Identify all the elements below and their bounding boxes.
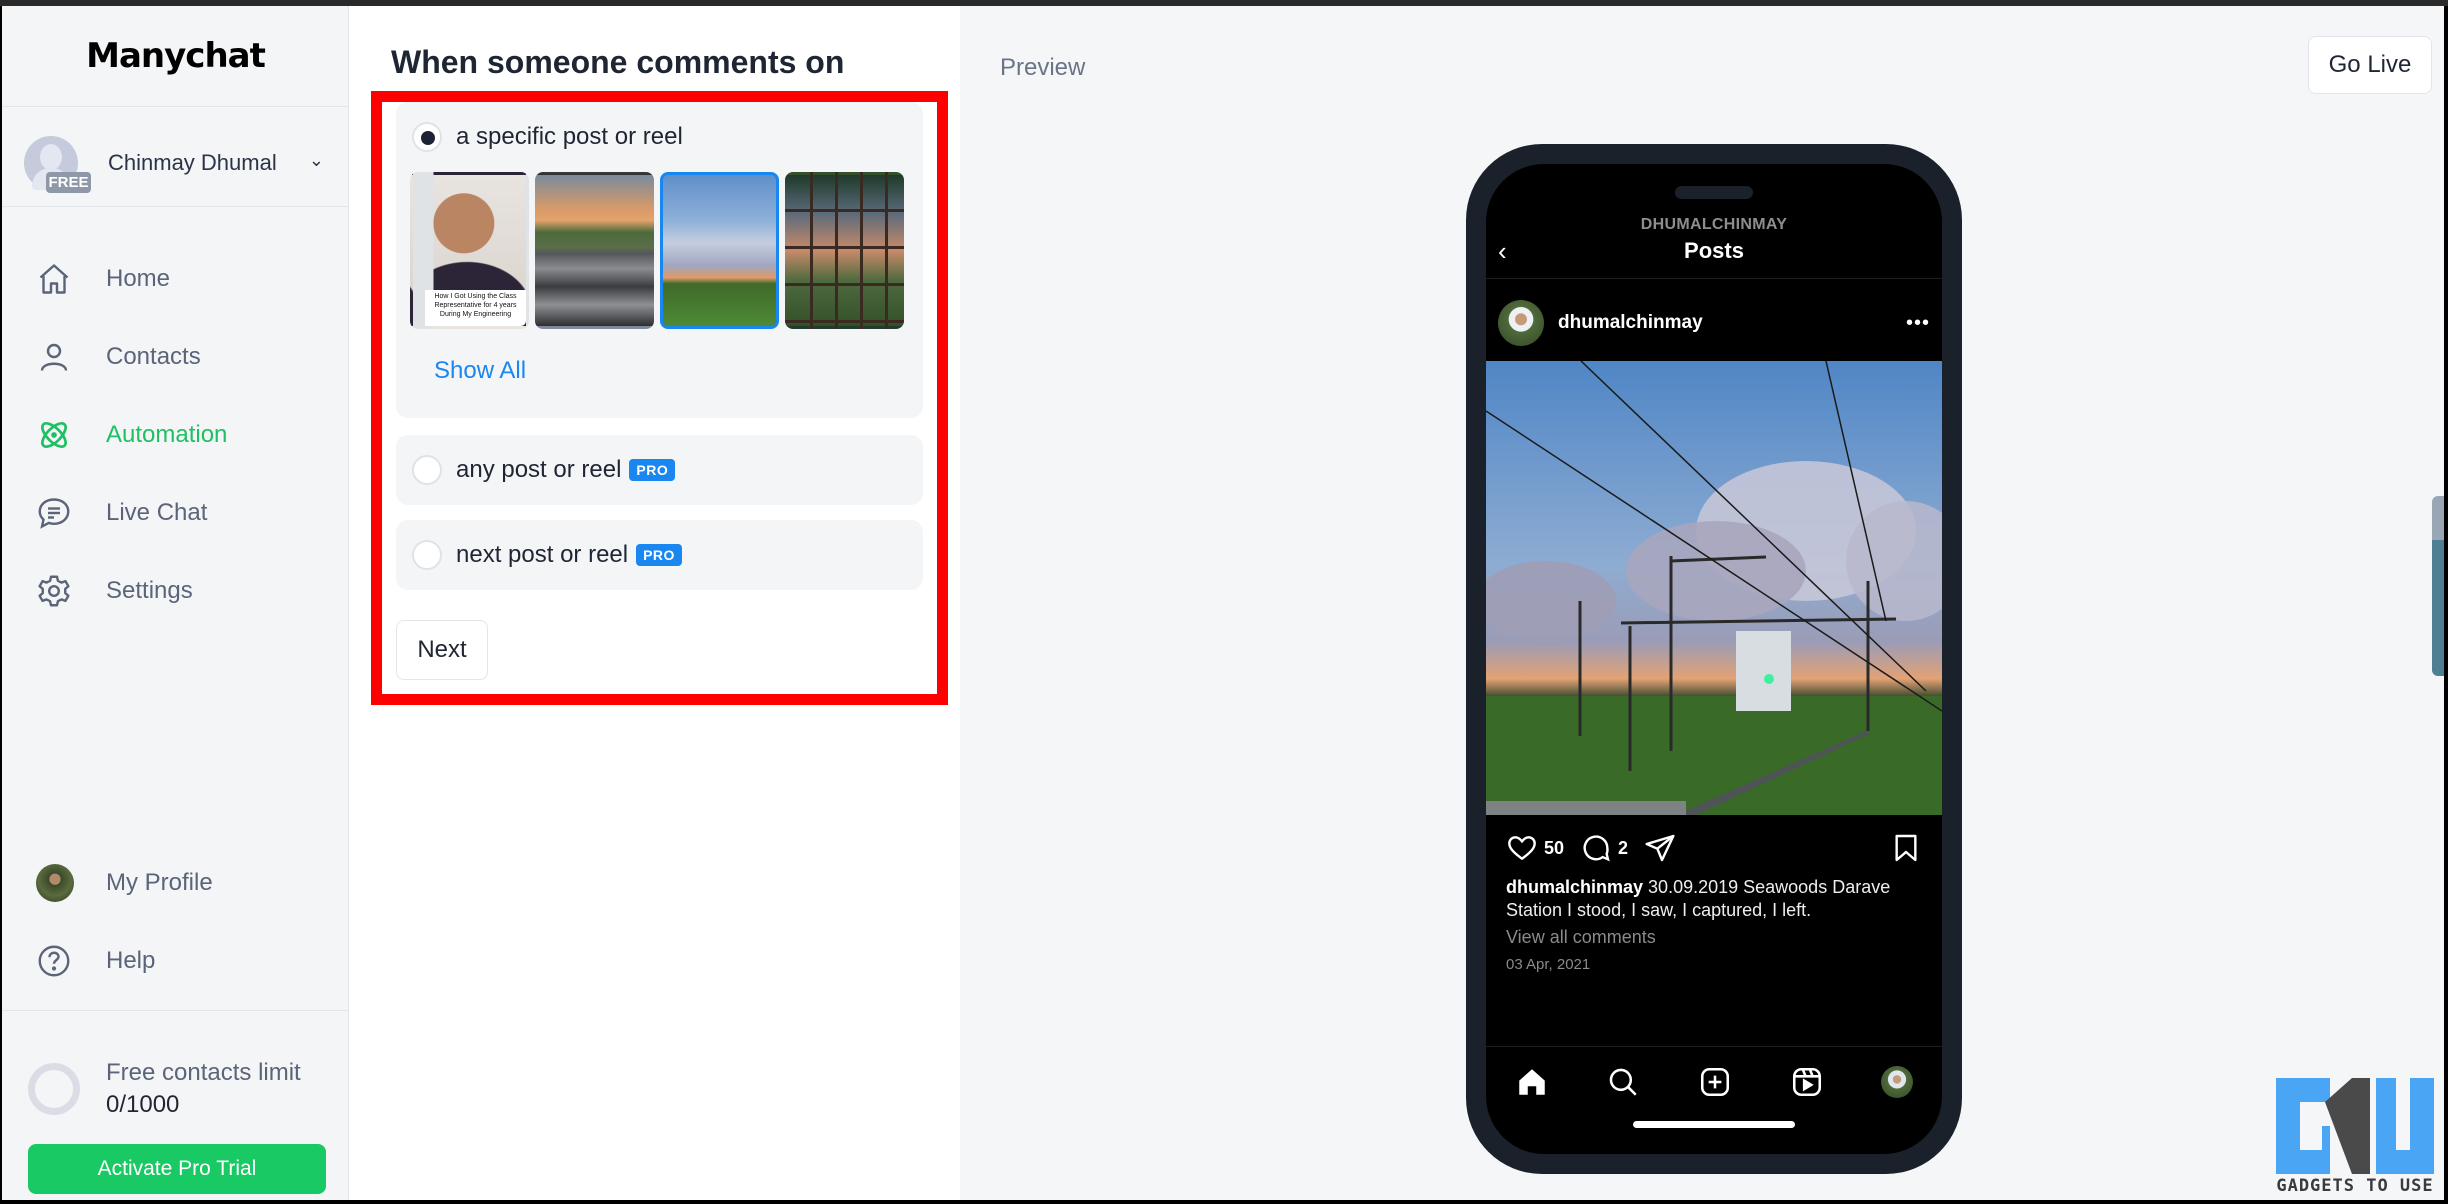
view-all-comments-link[interactable]: View all comments <box>1506 927 1656 948</box>
post-thumbnails: How I Got Using the Class Representative… <box>396 172 923 329</box>
ig-caption: dhumalchinmay 30.09.2019 Seawoods Darave… <box>1506 876 1912 922</box>
sidebar-divider <box>2 206 349 207</box>
scrollbar-track <box>2432 496 2444 540</box>
avatar-head-shape <box>40 144 62 170</box>
ig-bottom-tabbar <box>1486 1046 1942 1116</box>
share-send-icon[interactable] <box>1644 832 1676 864</box>
next-button[interactable]: Next <box>396 620 488 680</box>
sidebar-item-label: Home <box>106 265 171 292</box>
heart-icon[interactable] <box>1506 832 1538 864</box>
chevron-down-icon[interactable]: ⌄ <box>309 150 324 171</box>
sidebar-item-automation[interactable]: Automation <box>36 412 326 458</box>
account-avatar: FREE <box>24 136 91 193</box>
ig-header-handle: DHUMALCHINMAY <box>1640 216 1788 233</box>
ig-post-actions: 50 2 <box>1506 830 1922 866</box>
watermark-text: GADGETS TO USE <box>2276 1176 2434 1196</box>
preview-scrollbar[interactable] <box>2432 496 2444 676</box>
thumbnail-window-sunset-post[interactable] <box>785 172 904 329</box>
sidebar-item-label: Live Chat <box>106 499 208 526</box>
plan-badge: FREE <box>46 172 91 193</box>
bookmark-icon[interactable] <box>1890 832 1922 864</box>
sidebar-item-settings[interactable]: Settings <box>36 568 326 614</box>
thumbnail-selfie-post[interactable]: How I Got Using the Class Representative… <box>410 172 529 329</box>
ig-post-date: 03 Apr, 2021 <box>1506 956 1591 973</box>
sidebar-item-live-chat[interactable]: Live Chat <box>36 490 326 536</box>
ig-header-divider <box>1486 278 1942 279</box>
home-filled-icon[interactable] <box>1515 1065 1549 1099</box>
sidebar: Manychat FREE Chinmay Dhumal ⌄ Home Cont… <box>2 6 349 1200</box>
sidebar-item-my-profile[interactable]: My Profile <box>36 860 326 906</box>
home-indicator <box>1633 1121 1795 1128</box>
phone-mockup: ‹ DHUMALCHINMAY Posts dhumalchinmay ••• <box>1466 144 1962 1174</box>
contacts-usage-ring <box>28 1063 80 1115</box>
thumbnail-caption: How I Got Using the Class Representative… <box>425 290 526 326</box>
page-title: When someone comments on <box>391 44 845 80</box>
home-icon <box>39 264 69 294</box>
sidebar-item-contacts[interactable]: Contacts <box>36 334 326 380</box>
trigger-editor-panel: When someone comments on a specific post… <box>349 6 960 1200</box>
more-options-icon[interactable]: ••• <box>1906 312 1930 335</box>
phone-screen: ‹ DHUMALCHINMAY Posts dhumalchinmay ••• <box>1486 164 1942 1154</box>
radio-specific-post[interactable] <box>412 122 442 152</box>
app-window: Manychat FREE Chinmay Dhumal ⌄ Home Cont… <box>2 6 2444 1200</box>
activate-pro-trial-button[interactable]: Activate Pro Trial <box>28 1144 326 1194</box>
radio-next-post[interactable] <box>412 540 442 570</box>
gadgets-to-use-watermark: GADGETS TO USE <box>2270 1074 2440 1196</box>
sidebar-item-label: Contacts <box>106 343 201 370</box>
sidebar-item-label: Automation <box>106 421 228 448</box>
option-specific-post[interactable]: a specific post or reel How I Got Using … <box>396 102 923 418</box>
thumbnail-seawoods-station-post[interactable] <box>660 172 779 329</box>
sidebar-divider <box>2 106 349 107</box>
ig-profile-tab-avatar[interactable] <box>1881 1065 1914 1098</box>
reels-icon[interactable] <box>1790 1065 1824 1099</box>
account-switcher[interactable]: FREE Chinmay Dhumal ⌄ <box>24 130 334 196</box>
sidebar-item-help[interactable]: Help <box>36 938 326 984</box>
preview-label: Preview <box>1000 54 1086 81</box>
contacts-limit-label: Free contacts limit <box>106 1059 301 1086</box>
account-name: Chinmay Dhumal <box>108 150 277 175</box>
option-next-post[interactable]: next post or reel PRO <box>396 520 923 590</box>
create-plus-icon[interactable] <box>1698 1065 1732 1099</box>
sidebar-item-label: My Profile <box>106 869 213 896</box>
preview-panel: Preview Go Live ‹ DHUMALCHINMAY Posts dh… <box>960 6 2444 1200</box>
gadgets-to-use-logo-icon <box>2276 1078 2434 1174</box>
sidebar-divider <box>2 1010 349 1011</box>
go-live-button[interactable]: Go Live <box>2308 36 2432 94</box>
show-all-link[interactable]: Show All <box>434 357 526 385</box>
chat-bubble-icon <box>38 498 70 529</box>
profile-avatar <box>36 864 74 902</box>
user-icon <box>40 343 68 371</box>
sidebar-item-label: Help <box>106 947 156 974</box>
pro-badge: PRO <box>629 459 676 481</box>
option-label: a specific post or reel <box>456 123 683 150</box>
automation-atom-icon <box>41 422 67 448</box>
option-label: any post or reel <box>456 456 622 483</box>
highlight-annotation-box: a specific post or reel How I Got Using … <box>371 91 948 705</box>
thumbnail-railway-tracks-post[interactable] <box>535 172 654 329</box>
ig-header-title: Posts <box>1684 238 1744 263</box>
pro-badge: PRO <box>636 544 682 566</box>
option-label: next post or reel <box>456 541 629 568</box>
ig-post-header: dhumalchinmay ••• <box>1498 300 1930 346</box>
gear-icon <box>38 575 70 607</box>
manychat-logo[interactable]: Manychat <box>2 36 349 76</box>
ig-post-photo <box>1486 361 1942 815</box>
scrollbar-thumb[interactable] <box>2432 540 2444 676</box>
likes-count: 50 <box>1544 837 1565 858</box>
phone-speaker-notch <box>1675 186 1753 199</box>
option-any-post[interactable]: any post or reel PRO <box>396 435 923 505</box>
help-circle-icon <box>38 945 70 977</box>
sidebar-item-label: Settings <box>106 577 193 604</box>
ig-caption-user: dhumalchinmay <box>1506 877 1644 897</box>
comment-icon[interactable] <box>1580 832 1612 864</box>
search-icon[interactable] <box>1606 1065 1640 1099</box>
ig-username[interactable]: dhumalchinmay <box>1558 312 1703 334</box>
contacts-limit: Free contacts limit 0/1000 <box>28 1054 338 1124</box>
radio-any-post[interactable] <box>412 455 442 485</box>
contacts-limit-value: 0/1000 <box>106 1091 180 1118</box>
ig-user-avatar[interactable] <box>1498 300 1544 346</box>
sidebar-item-home[interactable]: Home <box>36 256 326 302</box>
comments-count: 2 <box>1618 837 1629 858</box>
